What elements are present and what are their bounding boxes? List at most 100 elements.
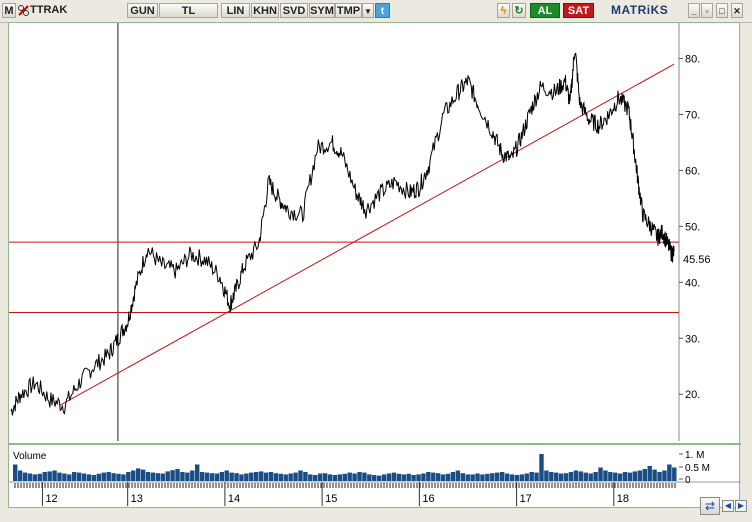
volume-bar	[219, 472, 224, 481]
menu-button[interactable]: M	[2, 3, 16, 18]
volume-bar	[52, 470, 57, 481]
volume-bar	[376, 475, 382, 481]
brand-logo: MATRiKS	[611, 3, 669, 17]
year-label: 17	[520, 493, 532, 505]
volume-bar	[642, 469, 647, 481]
close-icon[interactable]: ✕	[731, 3, 743, 18]
volume-bar	[367, 474, 372, 481]
svd-button[interactable]: SVD	[280, 3, 308, 18]
sell-button[interactable]: SAT	[563, 3, 594, 18]
khn-button[interactable]: KHN	[251, 3, 279, 18]
volume-bar	[391, 472, 397, 481]
volume-bar	[416, 474, 421, 481]
volume-bar	[126, 472, 131, 481]
volume-bar	[672, 467, 677, 481]
scroll-right-icon[interactable]: ▶	[735, 500, 747, 512]
volume-bar	[47, 471, 52, 481]
volume-bar	[249, 472, 254, 481]
volume-bar	[160, 473, 165, 481]
twitter-icon[interactable]: t	[375, 3, 390, 18]
volume-bar	[150, 472, 156, 481]
volume-bar	[190, 470, 195, 481]
volume-bar	[485, 473, 490, 481]
volume-bar	[627, 472, 633, 481]
volume-bar	[278, 473, 284, 481]
volume-bar	[455, 470, 461, 481]
volume-bar	[495, 472, 500, 481]
y-tick-label: 30.	[685, 333, 700, 345]
refresh-icon[interactable]: ↻	[512, 3, 526, 18]
scale-button[interactable]: LIN	[221, 3, 250, 18]
dropdown-icon[interactable]: ▼	[362, 3, 374, 18]
volume-bar	[465, 474, 470, 481]
volume-tick-label: 0	[685, 475, 691, 486]
volume-bar	[140, 469, 146, 481]
price-chart[interactable]: 20. 30. 40. 50. 60. 70. 80. 1. M 0.5 M0 12 13 14 1…	[9, 23, 741, 509]
volume-bar	[499, 472, 505, 481]
volume-bar	[603, 470, 608, 481]
volume-bar	[27, 473, 33, 481]
scroll-nav-icon[interactable]: ⇄	[700, 497, 720, 515]
volume-bar	[652, 469, 657, 481]
price-line	[10, 52, 675, 416]
volume-bar	[558, 473, 564, 481]
volume-bar	[313, 475, 318, 481]
volume-bar	[131, 470, 136, 481]
volume-bar	[524, 473, 529, 481]
maximize-icon[interactable]: □	[716, 3, 728, 18]
y-tick-label: 60.	[685, 165, 700, 177]
scroll-left-icon[interactable]: ◀	[722, 500, 734, 512]
buy-button[interactable]: AL	[530, 3, 560, 18]
minimize-icon[interactable]: _	[688, 3, 700, 18]
symbol-label[interactable]: TTRAK	[30, 3, 124, 18]
volume-bar	[347, 472, 352, 481]
volume-bar	[298, 470, 303, 481]
year-label: 14	[228, 493, 240, 505]
volume-bar	[67, 474, 72, 481]
volume-bar	[317, 473, 323, 481]
volume-bar	[470, 474, 475, 481]
volume-bar	[57, 472, 62, 481]
volume-bar	[381, 474, 387, 481]
chart-panel[interactable]: 20. 30. 40. 50. 60. 70. 80. 1. M 0.5 M0 12 13 14 1…	[8, 22, 741, 509]
year-label: 13	[131, 493, 143, 505]
volume-bar	[647, 466, 652, 481]
volume-bar	[121, 474, 126, 481]
y-tick-label: 50.	[685, 221, 700, 233]
period-button[interactable]: GUN	[127, 3, 158, 18]
y-tick-label: 80.	[685, 54, 700, 66]
unlink-icon[interactable]	[17, 3, 30, 18]
volume-bar	[637, 470, 643, 481]
sym-button[interactable]: SYM	[309, 3, 335, 18]
options-icon[interactable]: ▫	[701, 3, 713, 18]
last-price-label: 45.56	[683, 254, 711, 266]
volume-bar	[549, 472, 554, 481]
volume-bar	[322, 473, 328, 481]
volume-bar	[632, 471, 638, 481]
volume-bar	[421, 473, 426, 481]
volume-bar	[214, 473, 220, 481]
volume-bar	[435, 473, 441, 481]
volume-bar	[165, 471, 170, 481]
volume-bar	[362, 472, 367, 481]
volume-bar	[490, 473, 495, 481]
volume-tick-label: 1. M	[685, 450, 704, 461]
volume-bar	[96, 473, 102, 481]
volume-bar	[396, 473, 402, 481]
tmp-button[interactable]: TMP	[335, 3, 362, 18]
volume-bar	[622, 472, 628, 481]
toolbar: M TTRAK GUN TL LIN KHN SVD SYM TMP ▼ t ϟ…	[0, 0, 752, 23]
volume-bar	[327, 474, 333, 481]
volume-bar	[308, 474, 313, 481]
volume-bar	[175, 469, 180, 481]
currency-button[interactable]: TL	[159, 3, 218, 18]
volume-bar	[475, 473, 480, 481]
volume-bar	[519, 474, 525, 481]
volume-bar	[91, 475, 97, 481]
volume-bar	[244, 473, 249, 481]
volume-bar	[13, 464, 18, 481]
lightning-icon[interactable]: ϟ	[497, 3, 510, 18]
trend-line	[59, 63, 675, 406]
volume-bar	[170, 470, 175, 481]
volume-bar	[450, 472, 456, 481]
